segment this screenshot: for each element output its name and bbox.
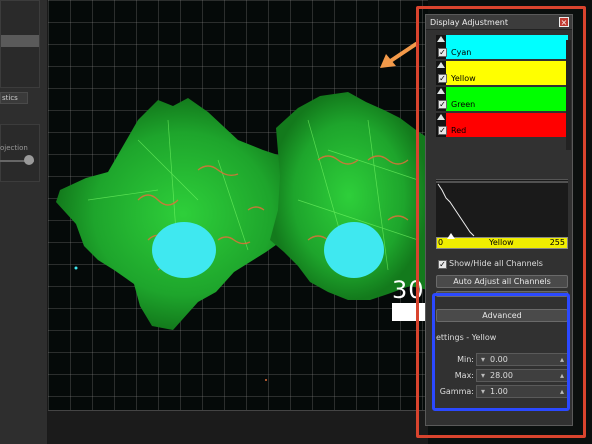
show-hide-all-label: Show/Hide all Channels: [449, 259, 543, 268]
projection-slider-knob[interactable]: [24, 155, 34, 165]
cell-left: [56, 98, 310, 330]
checkbox-checked-icon[interactable]: ✓: [438, 126, 447, 135]
viewport-floor: [48, 410, 428, 444]
checkbox-checked-icon[interactable]: ✓: [438, 48, 447, 57]
close-icon[interactable]: ×: [559, 17, 569, 27]
channel-yellow[interactable]: ✓ Yellow: [436, 61, 568, 85]
checkbox-checked-icon[interactable]: ✓: [438, 260, 447, 269]
range-channel-name: Yellow: [489, 238, 514, 247]
nucleus-left: [152, 222, 216, 278]
channel-label: Red: [451, 126, 467, 135]
window-titlebar[interactable]: Display Adjustment ×: [426, 15, 572, 30]
channel-label: Cyan: [451, 48, 472, 57]
nucleus-right: [324, 222, 384, 278]
range-max-value: 255: [549, 238, 565, 247]
layer-list[interactable]: [0, 0, 40, 88]
checkbox-checked-icon[interactable]: ✓: [438, 74, 447, 83]
range-min-value: 0: [438, 238, 444, 247]
highlight-outline-blue: [432, 293, 570, 411]
window-title: Display Adjustment: [430, 18, 508, 27]
channel-cyan[interactable]: ✓ Cyan: [436, 35, 568, 59]
auto-adjust-button[interactable]: Auto Adjust all Channels: [436, 275, 568, 288]
left-panel: stics ojection: [0, 0, 48, 444]
layer-list-selected-row[interactable]: [1, 35, 39, 47]
channel-scrollbar[interactable]: [566, 40, 571, 150]
projection-label: ojection: [0, 144, 28, 152]
range-slider[interactable]: 0 Yellow 255: [436, 233, 568, 249]
channel-level-triangle-icon[interactable]: [437, 62, 445, 68]
channel-green[interactable]: ✓ Green: [436, 87, 568, 111]
channel-level-triangle-icon[interactable]: [437, 36, 445, 42]
show-hide-all-checkbox[interactable]: ✓ Show/Hide all Channels: [438, 259, 543, 269]
range-low-handle[interactable]: [447, 233, 455, 239]
channel-label: Green: [451, 100, 476, 109]
properties-panel: [0, 124, 40, 182]
tab-statistics[interactable]: stics: [0, 92, 28, 104]
channel-level-triangle-icon[interactable]: [437, 88, 445, 94]
checkbox-checked-icon[interactable]: ✓: [438, 100, 447, 109]
channel-level-triangle-icon[interactable]: [437, 114, 445, 120]
histogram[interactable]: [436, 179, 568, 239]
image-viewport[interactable]: [48, 0, 428, 416]
channel-label: Yellow: [451, 74, 476, 83]
cell-image: [56, 92, 428, 381]
channel-red[interactable]: ✓ Red: [436, 113, 568, 137]
